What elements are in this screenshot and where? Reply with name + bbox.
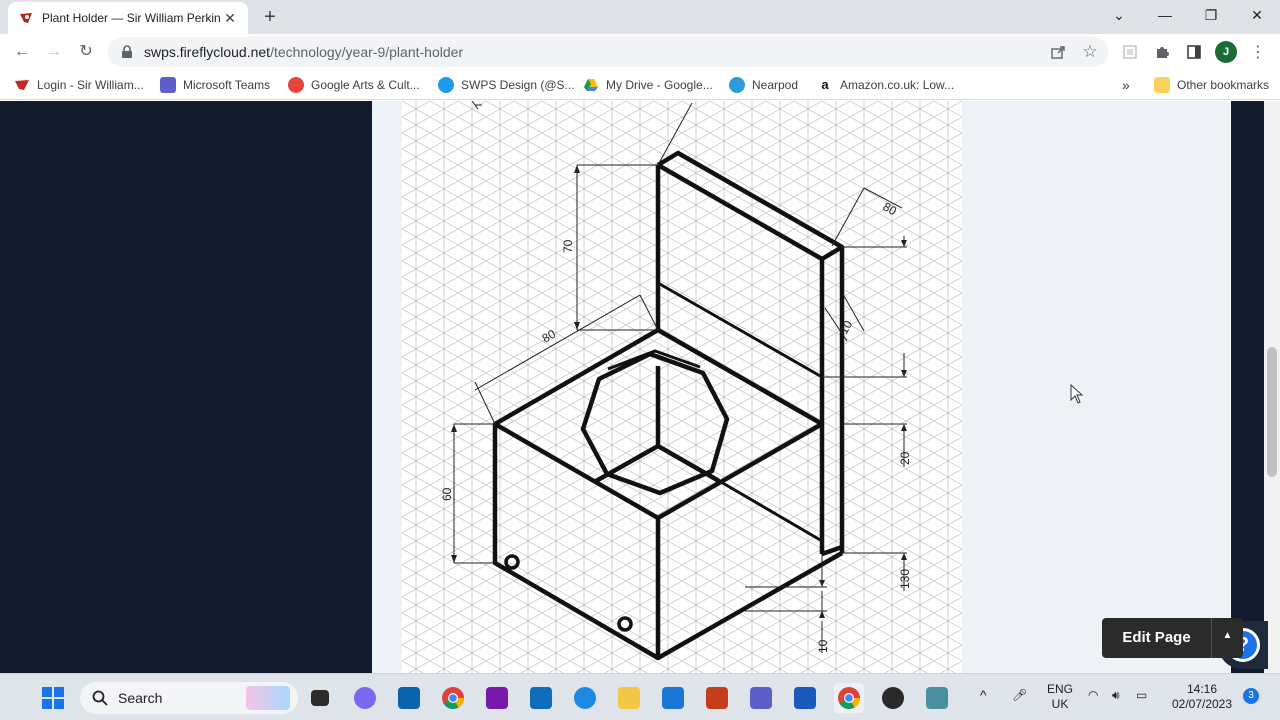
profile-avatar[interactable]: J: [1214, 40, 1238, 64]
back-icon[interactable]: ←: [10, 40, 34, 64]
bookmark-login[interactable]: Login - Sir William...: [14, 76, 144, 94]
firefly-icon: [20, 13, 32, 23]
url-path: /technology/year-9/plant-holder: [270, 44, 464, 60]
arts-culture-icon: [288, 77, 304, 93]
caret-up-icon[interactable]: ▲: [1212, 618, 1243, 658]
browser-tab[interactable]: Plant Holder — Sir William Perkin ✕: [8, 2, 248, 34]
teams-chat-icon[interactable]: [350, 683, 380, 713]
windows-start-icon[interactable]: [38, 683, 68, 713]
address-bar[interactable]: swps.fireflycloud.net/technology/year-9/…: [108, 37, 1108, 67]
amazon-icon: a: [817, 77, 833, 93]
word-icon[interactable]: [790, 683, 820, 713]
search-icon: [92, 690, 108, 706]
bookmark-amazon[interactable]: a Amazon.co.uk: Low...: [817, 76, 954, 94]
folder-icon: [1154, 77, 1170, 93]
share-icon[interactable]: [1046, 40, 1070, 64]
close-tab-icon[interactable]: ✕: [222, 10, 238, 27]
isometric-drawing: 70 80 80 10 20 60 130 10: [402, 101, 962, 673]
edit-page-label[interactable]: Edit Page: [1102, 618, 1212, 658]
bookmark-star-icon[interactable]: ☆: [1078, 40, 1102, 64]
dimension-130: 130: [898, 569, 912, 589]
chrome-profile-icon[interactable]: [834, 683, 864, 713]
dimension-70: 70: [561, 239, 575, 253]
wifi-icon[interactable]: ◠: [1088, 688, 1098, 703]
browser-tab-strip: Plant Holder — Sir William Perkin ✕ + ⌄ …: [0, 0, 1280, 34]
lock-icon: [122, 45, 132, 58]
dimension-20: 20: [898, 451, 912, 465]
mouse-cursor-icon: [1070, 384, 1084, 404]
browser-toolbar: ← → ↻ swps.fireflycloud.net/technology/y…: [0, 34, 1280, 70]
dimension-10-bottom: 10: [816, 639, 830, 653]
search-placeholder: Search: [118, 690, 163, 706]
outlook-icon[interactable]: [394, 683, 424, 713]
teams-icon: [160, 77, 176, 93]
file-explorer-icon[interactable]: [614, 683, 644, 713]
tab-title: Plant Holder — Sir William Perkin: [42, 11, 221, 25]
bookmark-teams[interactable]: Microsoft Teams: [160, 76, 270, 94]
techsmith-icon[interactable]: [922, 683, 952, 713]
task-view-icon[interactable]: [305, 683, 335, 713]
restore-button[interactable]: ❐: [1188, 0, 1234, 30]
scrollbar-thumb[interactable]: [1267, 347, 1277, 477]
page-content: 70 80 80 10 20 60 130 10: [372, 101, 1230, 673]
isometric-grid: [402, 101, 962, 673]
twitter-icon: [438, 77, 454, 93]
chrome-icon[interactable]: [438, 683, 468, 713]
windows-taskbar: Search ^ 🎤︎ ENG UK ◠ 🔊︎ ▭ 14:16 02/07/20…: [0, 673, 1280, 720]
search-highlight-icon: [246, 686, 290, 710]
nearpod-icon: [729, 77, 745, 93]
extension-icon[interactable]: [1118, 40, 1142, 64]
isometric-drawing-svg: 70 80 80 10 20 60 130 10: [402, 101, 962, 673]
clock[interactable]: 14:16 02/07/2023: [1166, 682, 1238, 712]
url-host: swps.fireflycloud.net: [144, 44, 271, 60]
battery-icon[interactable]: ▭: [1136, 688, 1147, 703]
edit-page-button[interactable]: Edit Page ▲: [1102, 618, 1243, 658]
obs-icon[interactable]: [878, 683, 908, 713]
onenote-icon[interactable]: [482, 683, 512, 713]
firefly-icon: [15, 80, 29, 90]
menu-kebab-icon[interactable]: ⋮: [1246, 40, 1270, 64]
left-sidebar: [0, 101, 372, 673]
mail-icon[interactable]: [658, 683, 688, 713]
web-page: 70 80 80 10 20 60 130 10 ? Edit Page ▲: [0, 101, 1280, 673]
taskbar-search[interactable]: Search: [80, 682, 298, 714]
bookmark-drive[interactable]: My Drive - Google...: [583, 76, 713, 94]
volume-icon[interactable]: 🔊︎: [1112, 688, 1120, 703]
reload-icon[interactable]: ↻: [74, 40, 98, 64]
right-sidebar: [1231, 101, 1264, 673]
microphone-icon[interactable]: 🎤︎: [1012, 688, 1027, 703]
extensions-puzzle-icon[interactable]: [1150, 40, 1174, 64]
minimize-button[interactable]: —: [1142, 0, 1188, 30]
teams-icon[interactable]: [746, 683, 776, 713]
bookmark-twitter[interactable]: SWPS Design (@S...: [438, 76, 575, 94]
tab-search-icon[interactable]: ⌄: [1096, 0, 1142, 30]
page-scrollbar[interactable]: [1264, 101, 1280, 673]
other-bookmarks[interactable]: Other bookmarks: [1154, 76, 1269, 94]
edge-icon[interactable]: [570, 683, 600, 713]
forward-icon[interactable]: →: [42, 40, 66, 64]
store-icon[interactable]: [526, 683, 556, 713]
powerpoint-icon[interactable]: [702, 683, 732, 713]
bookmark-nearpod[interactable]: Nearpod: [729, 76, 798, 94]
dimension-60: 60: [440, 487, 454, 501]
google-drive-icon: [584, 79, 598, 91]
language-indicator[interactable]: ENG UK: [1042, 682, 1078, 712]
close-window-button[interactable]: ✕: [1234, 0, 1280, 30]
tray-chevron-icon[interactable]: ^: [980, 688, 987, 703]
bookmarks-overflow-icon[interactable]: »: [1122, 76, 1130, 94]
new-tab-button[interactable]: +: [258, 6, 282, 30]
bookmarks-bar: Login - Sir William... Microsoft Teams G…: [0, 70, 1280, 100]
bookmark-arts-culture[interactable]: Google Arts & Cult...: [288, 76, 420, 94]
side-panel-icon[interactable]: [1182, 40, 1206, 64]
notification-badge[interactable]: 3: [1243, 688, 1259, 704]
